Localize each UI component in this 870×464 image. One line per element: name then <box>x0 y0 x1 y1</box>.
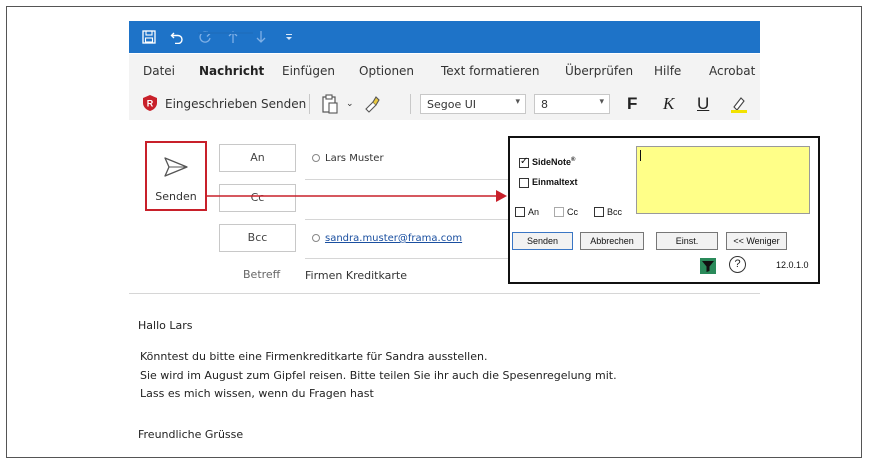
menu-hilfe[interactable]: Hilfe <box>654 64 681 78</box>
text-caret <box>640 150 641 161</box>
einmaltext-label: Einmaltext <box>532 177 578 187</box>
menu-ueberpruefen[interactable]: Überprüfen <box>565 64 633 78</box>
sidenote-less-button[interactable]: << Weniger <box>726 232 787 250</box>
bold-button[interactable]: F <box>627 94 637 114</box>
help-icon[interactable]: ? <box>729 256 746 273</box>
send-button[interactable]: Senden <box>145 141 207 211</box>
save-icon[interactable] <box>141 29 157 45</box>
to-recipient[interactable]: Lars Muster <box>312 153 384 164</box>
menu-text-formatieren[interactable]: Text formatieren <box>441 64 540 78</box>
body-greeting: Hallo Lars <box>138 319 193 332</box>
version-label: 12.0.1.0 <box>776 260 809 270</box>
send-label: Senden <box>155 190 197 203</box>
ribbon-separator <box>309 94 310 114</box>
body-line-1: Könntest du bitte eine Firmenkreditkarte… <box>140 350 488 363</box>
paste-dropdown-chevron-icon[interactable]: ⌄ <box>346 99 354 109</box>
an-checkbox[interactable] <box>515 207 525 217</box>
to-recipient-name: Lars Muster <box>325 153 384 164</box>
active-tab-indicator <box>198 32 253 34</box>
undo-icon[interactable] <box>169 29 185 45</box>
bcc-recipient-address: sandra.muster@frama.com <box>325 233 463 244</box>
font-size-value: 8 <box>541 98 548 111</box>
body-line-3: Lass es mich wissen, wenn du Fragen hast <box>140 387 374 400</box>
font-name-select[interactable]: Segoe UI ▾ <box>420 94 526 114</box>
font-size-select[interactable]: 8 ▾ <box>534 94 610 114</box>
subject-label: Betreff <box>243 268 281 281</box>
highlight-icon[interactable] <box>729 94 749 118</box>
chevron-down-icon: ▾ <box>599 97 604 107</box>
menu-bar: Datei Nachricht Einfügen Optionen Text f… <box>129 54 760 88</box>
registered-mail-icon[interactable]: R <box>141 94 159 116</box>
svg-text:R: R <box>147 99 154 109</box>
sidenote-cancel-button[interactable]: Abbrechen <box>580 232 644 250</box>
italic-button[interactable]: K <box>663 94 674 114</box>
registered-send-button[interactable]: Eingeschrieben Senden <box>165 97 306 111</box>
bcc-recipient[interactable]: sandra.muster@frama.com <box>312 233 462 244</box>
menu-nachricht[interactable]: Nachricht <box>199 64 264 78</box>
sidenote-panel: SideNote® Einmaltext An Cc Bcc Senden Ab… <box>508 136 820 284</box>
menu-einfuegen[interactable]: Einfügen <box>282 64 335 78</box>
sidenote-settings-button[interactable]: Einst. <box>656 232 718 250</box>
bcc-checkbox-label: Bcc <box>607 207 623 217</box>
bcc-checkbox[interactable] <box>594 207 604 217</box>
ribbon-separator <box>410 94 411 114</box>
sidenote-send-button[interactable]: Senden <box>512 232 573 250</box>
sidenote-checkbox[interactable] <box>519 156 529 168</box>
note-text-area[interactable] <box>636 146 810 214</box>
cc-button[interactable]: Cc <box>219 184 296 212</box>
bcc-button[interactable]: Bcc <box>219 224 296 252</box>
menu-datei[interactable]: Datei <box>143 64 175 78</box>
underline-button[interactable]: U <box>697 94 709 114</box>
menu-acrobat[interactable]: Acrobat <box>709 64 755 78</box>
body-closing: Freundliche Grüsse <box>138 428 244 441</box>
ribbon: R Eingeschrieben Senden ⌄ Segoe UI ▾ 8 ▾… <box>129 88 760 120</box>
body-line-2: Sie wird im August zum Gipfel reisen. Bi… <box>140 369 617 382</box>
font-name-value: Segoe UI <box>427 98 477 111</box>
filter-icon[interactable] <box>700 258 716 274</box>
customize-toolbar-icon[interactable] <box>281 29 297 45</box>
an-checkbox-label: An <box>528 207 540 217</box>
presence-icon <box>312 154 320 162</box>
to-button[interactable]: An <box>219 144 296 172</box>
subject-input[interactable]: Firmen Kreditkarte <box>305 269 407 282</box>
arrow-down-icon[interactable] <box>253 29 269 45</box>
einmaltext-checkbox[interactable] <box>519 178 529 188</box>
cc-checkbox-label: Cc <box>567 207 578 217</box>
format-painter-icon[interactable] <box>363 95 381 117</box>
sidenote-label: SideNote® <box>532 157 576 167</box>
paste-icon[interactable] <box>321 94 339 118</box>
menu-optionen[interactable]: Optionen <box>359 64 414 78</box>
presence-icon <box>312 234 320 242</box>
cc-checkbox[interactable] <box>554 207 564 217</box>
title-bar <box>129 21 760 53</box>
chevron-down-icon: ▾ <box>515 97 520 107</box>
send-icon <box>164 157 188 177</box>
header-body-divider <box>129 293 760 294</box>
